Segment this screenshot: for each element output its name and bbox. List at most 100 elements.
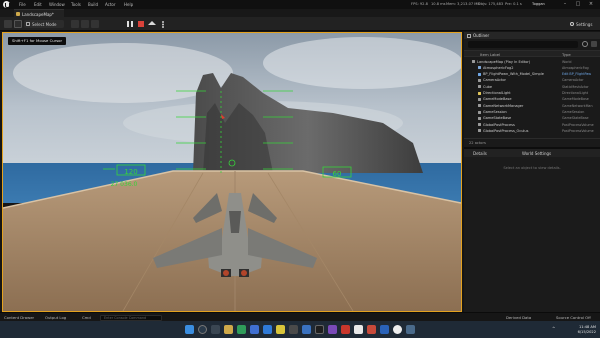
app-icon-gray[interactable]	[289, 325, 298, 334]
content-drawer-button[interactable]: Content Drawer	[4, 315, 34, 320]
details-panel: Details World Settings Select an object …	[464, 147, 600, 312]
outliner-row[interactable]: Cube StaticMeshActor	[464, 84, 600, 90]
outliner-row-label: BP_FlightPawn_With_Model_Simple	[483, 72, 544, 77]
source-control-button[interactable]: Source Control Off	[556, 315, 591, 320]
fps-stat: FPS: 92.8	[411, 2, 428, 6]
tray-chevron-icon[interactable]: ^	[552, 326, 556, 332]
outliner-search-input[interactable]	[468, 41, 578, 48]
menu-file[interactable]: File	[19, 2, 26, 7]
chat-icon[interactable]	[237, 325, 246, 334]
outliner-row[interactable]: GameNetworkManager GameNetworkMan	[464, 103, 600, 109]
outliner-row[interactable]: LandscapeMap (Play In Editor) World	[464, 59, 600, 65]
outliner-row[interactable]: GameModeBase GameModeBase	[464, 97, 600, 103]
outliner-row[interactable]: AtmosphericFog2 AtmosphericFog	[464, 65, 600, 71]
tab-world-settings[interactable]: World Settings	[522, 151, 551, 156]
app-icon-blue[interactable]	[302, 325, 311, 334]
outliner-footer: 22 actors	[464, 138, 600, 147]
outliner-row[interactable]: CameraActor CameraActor	[464, 78, 600, 84]
app-icon-white[interactable]	[354, 325, 363, 334]
menu-tools[interactable]: Tools	[71, 2, 81, 7]
unreal-engine-icon[interactable]	[393, 325, 402, 334]
actor-icon	[478, 91, 481, 95]
pause-icon[interactable]	[126, 20, 134, 28]
browser-icon[interactable]	[250, 325, 259, 334]
outliner-row-type: CameraActor	[562, 78, 584, 83]
select-mode-dropdown[interactable]: Select Mode	[24, 20, 64, 28]
file-explorer-icon[interactable]	[224, 325, 233, 334]
content-icon[interactable]	[14, 20, 22, 28]
outliner-row[interactable]: GlobalPostProcess PostProcessVolume	[464, 122, 600, 128]
options-icon[interactable]	[159, 20, 167, 28]
search-icon[interactable]	[198, 325, 207, 334]
clock-time[interactable]: 11:48 AM	[566, 325, 596, 329]
outliner-icon	[467, 33, 471, 38]
terminal-icon[interactable]	[315, 325, 324, 334]
outliner-row-label: DirectionalLight	[483, 91, 511, 96]
actor-count: 22 actors	[469, 141, 486, 145]
tab-landscape-map[interactable]: LandscapeMap*	[14, 9, 64, 17]
stop-icon[interactable]	[137, 20, 145, 28]
user-name[interactable]: Toggan	[532, 2, 545, 6]
menu-window[interactable]: Window	[49, 2, 65, 7]
outliner-row[interactable]: BP_FlightPawn_With_Model_Simple Edit BP_F…	[464, 72, 600, 78]
cinematics-icon[interactable]	[91, 20, 99, 28]
tab-details[interactable]: Details	[473, 151, 487, 156]
actor-icon	[478, 110, 481, 114]
outliner-row[interactable]: GlobalPostProcess_Oculus PostProcessVolum…	[464, 128, 600, 134]
actor-icon	[478, 116, 481, 120]
settings-button[interactable]: Settings	[568, 20, 596, 28]
save-icon[interactable]	[4, 20, 12, 28]
column-item-label[interactable]: Item Label	[480, 52, 500, 57]
hud-altitude: 27 036.0	[111, 181, 138, 188]
hud-speed: 120	[124, 168, 137, 176]
select-arrow-icon	[26, 22, 30, 26]
eject-icon[interactable]	[148, 20, 156, 28]
details-empty-hint: Select an object to view details.	[503, 166, 561, 170]
actor-icon	[478, 104, 481, 108]
app-icon-navy[interactable]	[380, 325, 389, 334]
minimize-icon[interactable]: –	[560, 1, 570, 7]
outliner-row[interactable]: GameStateBase GameStateBase	[464, 116, 600, 122]
task-view-icon[interactable]	[211, 325, 220, 334]
column-type[interactable]: Type	[562, 52, 571, 57]
app-icon-orange[interactable]	[367, 325, 376, 334]
blueprint-icon[interactable]	[81, 20, 89, 28]
start-icon[interactable]	[185, 325, 194, 334]
filter-icon[interactable]	[582, 41, 588, 47]
app-icon-slate[interactable]	[406, 325, 415, 334]
outliner-row-label: GlobalPostProcess	[483, 122, 515, 127]
outliner-column-header: Item Label Type	[464, 50, 600, 57]
unreal-logo-icon[interactable]	[3, 1, 10, 8]
menu-help[interactable]: Help	[124, 2, 133, 7]
actor-icon	[478, 72, 481, 76]
actor-icon	[478, 66, 481, 70]
cmd-dropdown[interactable]: Cmd	[82, 315, 91, 320]
status-bar: Content Drawer Output Log Cmd Enter Cons…	[0, 312, 600, 321]
outliner-row-type: GameNetworkMan	[562, 103, 593, 108]
clock-date[interactable]: 6/15/2022	[566, 330, 596, 334]
derived-data-button[interactable]: Derived Data	[506, 315, 531, 320]
output-log-button[interactable]: Output Log	[45, 315, 66, 320]
outliner-row[interactable]: GameSession GameSession	[464, 109, 600, 115]
close-icon[interactable]: ×	[586, 1, 596, 7]
app-icon-purple[interactable]	[328, 325, 337, 334]
app-icon-yellow[interactable]	[276, 325, 285, 334]
vscode-icon[interactable]	[263, 325, 272, 334]
mouse-cursor-hint: Shift+F1 for Mouse Cursor	[8, 37, 67, 45]
gear-icon	[570, 22, 574, 26]
console-command-input[interactable]: Enter Console Command	[100, 314, 162, 321]
outliner-settings-icon[interactable]	[591, 41, 597, 47]
menu-build[interactable]: Build	[88, 2, 98, 7]
app-icon-red[interactable]	[341, 325, 350, 334]
menu-edit[interactable]: Edit	[34, 2, 42, 7]
objects-stat: Objs: 175,483	[478, 2, 504, 6]
menu-actor[interactable]: Actor	[105, 2, 116, 7]
add-actor-icon[interactable]	[71, 20, 79, 28]
settings-label: Settings	[576, 21, 593, 27]
menu-bar: File Edit Window Tools Build Actor Help …	[0, 0, 600, 9]
outliner-row[interactable]: DirectionalLight DirectionalLight	[464, 91, 600, 97]
document-tab-bar: LandscapeMap*	[0, 9, 600, 17]
maximize-icon[interactable]: □	[573, 1, 583, 7]
level-viewport[interactable]: 120 27 036.0 60 Shift+F1 for Mouse Curso…	[2, 32, 462, 312]
outliner-row-type: PostProcessVolume	[562, 128, 594, 133]
